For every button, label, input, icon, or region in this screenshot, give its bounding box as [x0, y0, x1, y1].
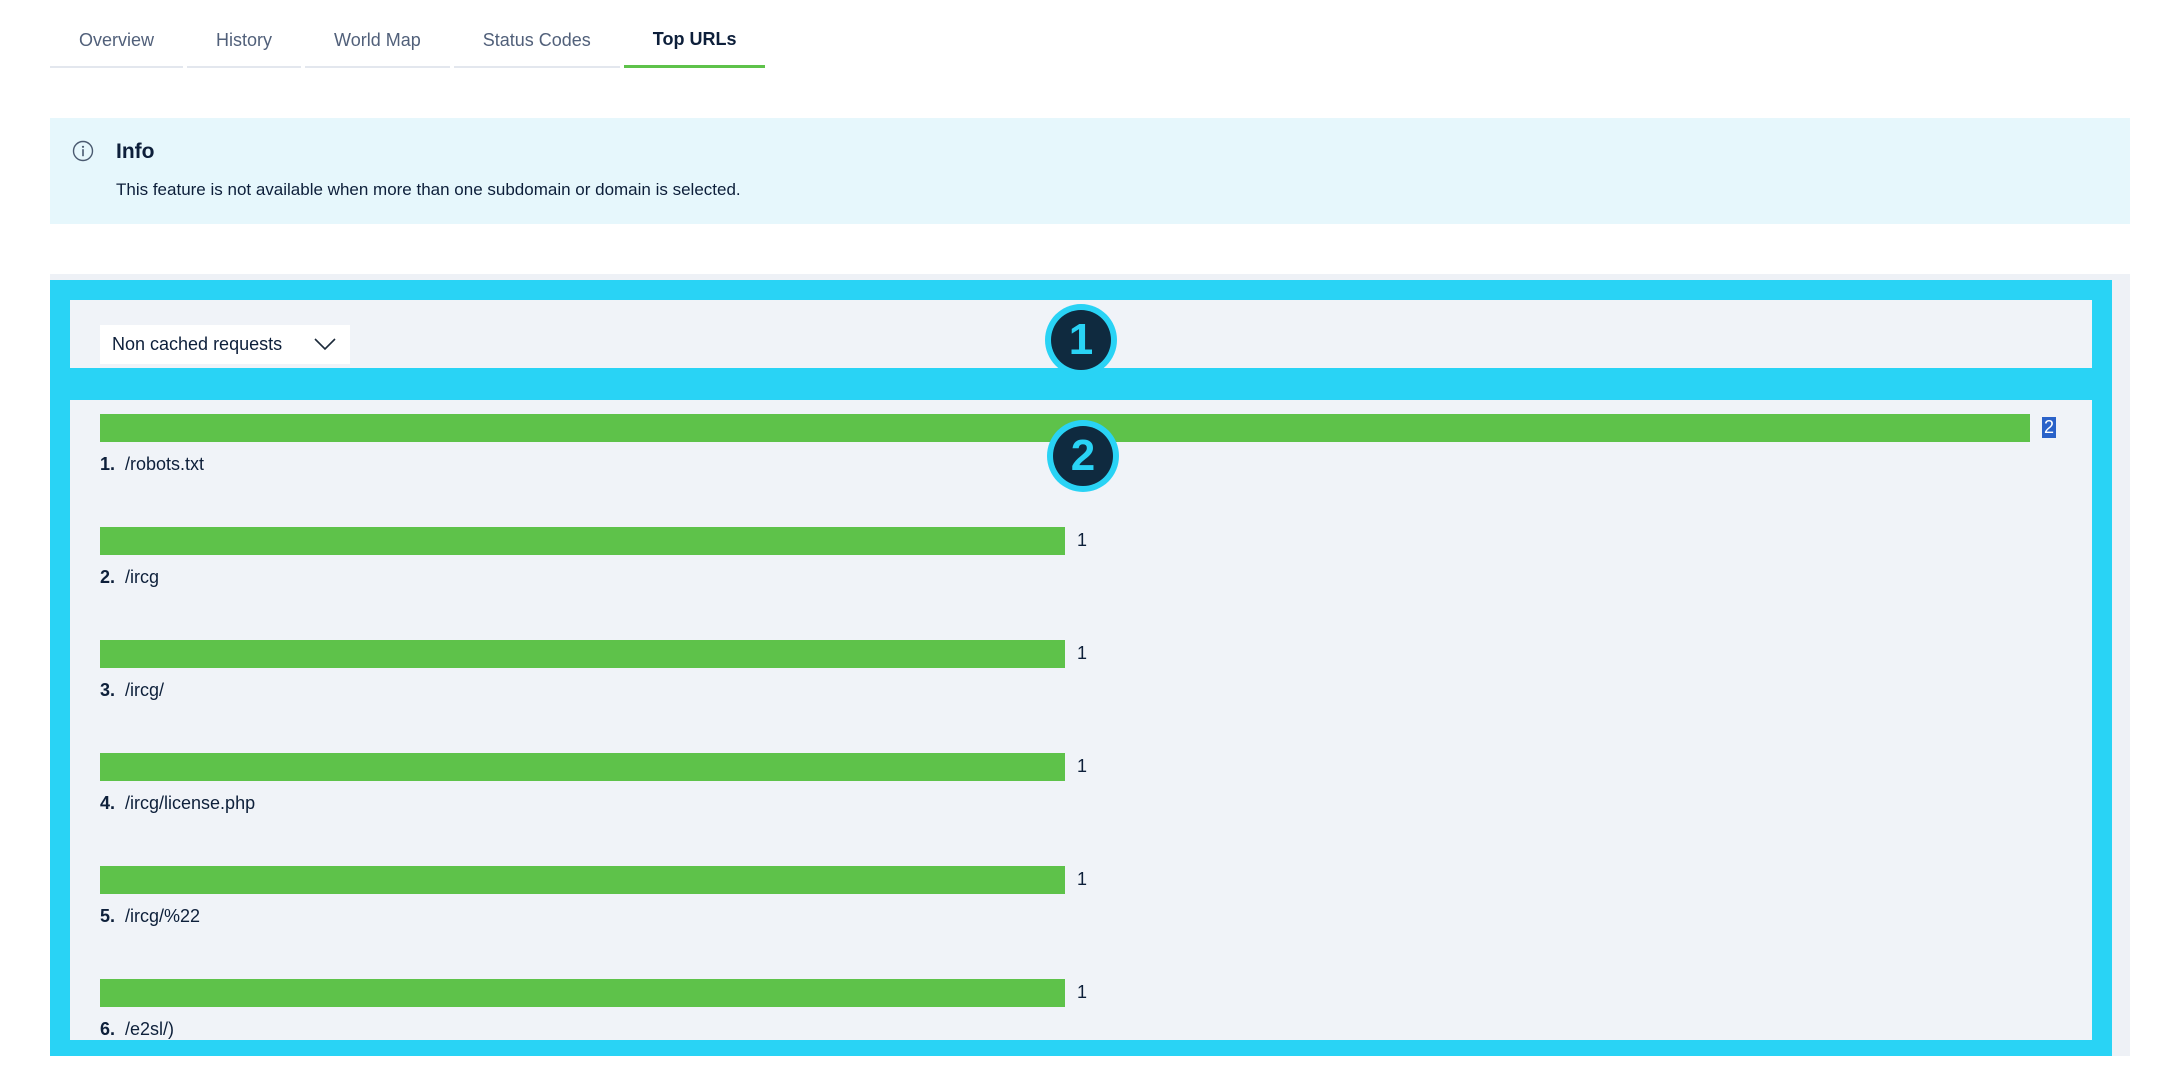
tab-bar: Overview History World Map Status Codes … [50, 14, 769, 68]
url-count-value: 1 [1077, 982, 1088, 1002]
url-row: 1 4. /ircg/license.php [100, 753, 2090, 866]
dropdown-selected-value: Non cached requests [112, 334, 283, 354]
url-count-value: 2 [2042, 417, 2057, 438]
url-count-bar [100, 866, 1065, 894]
url-label: 1. /robots.txt [100, 454, 204, 475]
url-path: /ircg/%22 [125, 906, 201, 926]
url-path: /e2sl/) [125, 1019, 175, 1039]
url-label: 2. /ircg [100, 567, 159, 588]
url-rank: 4. [100, 793, 116, 813]
url-count-bar [100, 527, 1065, 555]
annotation-marker-1: 1 [1045, 304, 1117, 376]
url-path: /ircg/ [125, 680, 165, 700]
url-row: 1 6. /e2sl/) [100, 979, 2090, 1092]
url-rank: 2. [100, 567, 116, 587]
url-rank: 5. [100, 906, 116, 926]
url-path: /robots.txt [125, 454, 205, 474]
url-path: /ircg [125, 567, 160, 587]
url-count-bar [100, 979, 1065, 1007]
url-count-value: 1 [1077, 643, 1088, 663]
url-path: /ircg/license.php [125, 793, 256, 813]
chevron-down-icon [314, 338, 336, 351]
info-banner: Info This feature is not available when … [50, 118, 2130, 224]
tab-overview[interactable]: Overview [50, 14, 184, 68]
url-label: 5. /ircg/%22 [100, 906, 200, 927]
url-rank: 3. [100, 680, 116, 700]
marker-number: 1 [1051, 310, 1111, 370]
tab-top-urls[interactable]: Top URLs [623, 14, 766, 68]
url-count-value: 1 [1077, 530, 1088, 550]
tab-history[interactable]: History [187, 14, 302, 68]
url-rank: 1. [100, 454, 116, 474]
url-label: 3. /ircg/ [100, 680, 164, 701]
url-count-bar [100, 640, 1065, 668]
tab-status-codes[interactable]: Status Codes [453, 14, 620, 68]
url-row: 1 5. /ircg/%22 [100, 866, 2090, 979]
top-urls-list: 2 1. /robots.txt 1 2. /ircg 1 3. /ircg/1 4. /ircg/… [100, 414, 2090, 1092]
url-label: 4. /ircg/license.php [100, 793, 255, 814]
url-label: 6. /e2sl/) [100, 1019, 174, 1040]
url-count-bar [100, 753, 1065, 781]
info-circle-icon [72, 140, 94, 162]
info-title: Info [116, 140, 155, 163]
tab-world-map[interactable]: World Map [305, 14, 450, 68]
url-rank: 6. [100, 1019, 116, 1039]
url-row: 1 2. /ircg [100, 527, 2090, 640]
marker-number: 2 [1053, 426, 1113, 486]
url-count-value: 1 [1077, 869, 1088, 889]
request-type-dropdown[interactable]: Non cached requests [100, 325, 350, 364]
info-text: This feature is not available when more … [116, 180, 741, 199]
url-count-value: 1 [1077, 756, 1088, 776]
annotation-marker-2: 2 [1047, 420, 1119, 492]
url-row: 1 3. /ircg/ [100, 640, 2090, 753]
